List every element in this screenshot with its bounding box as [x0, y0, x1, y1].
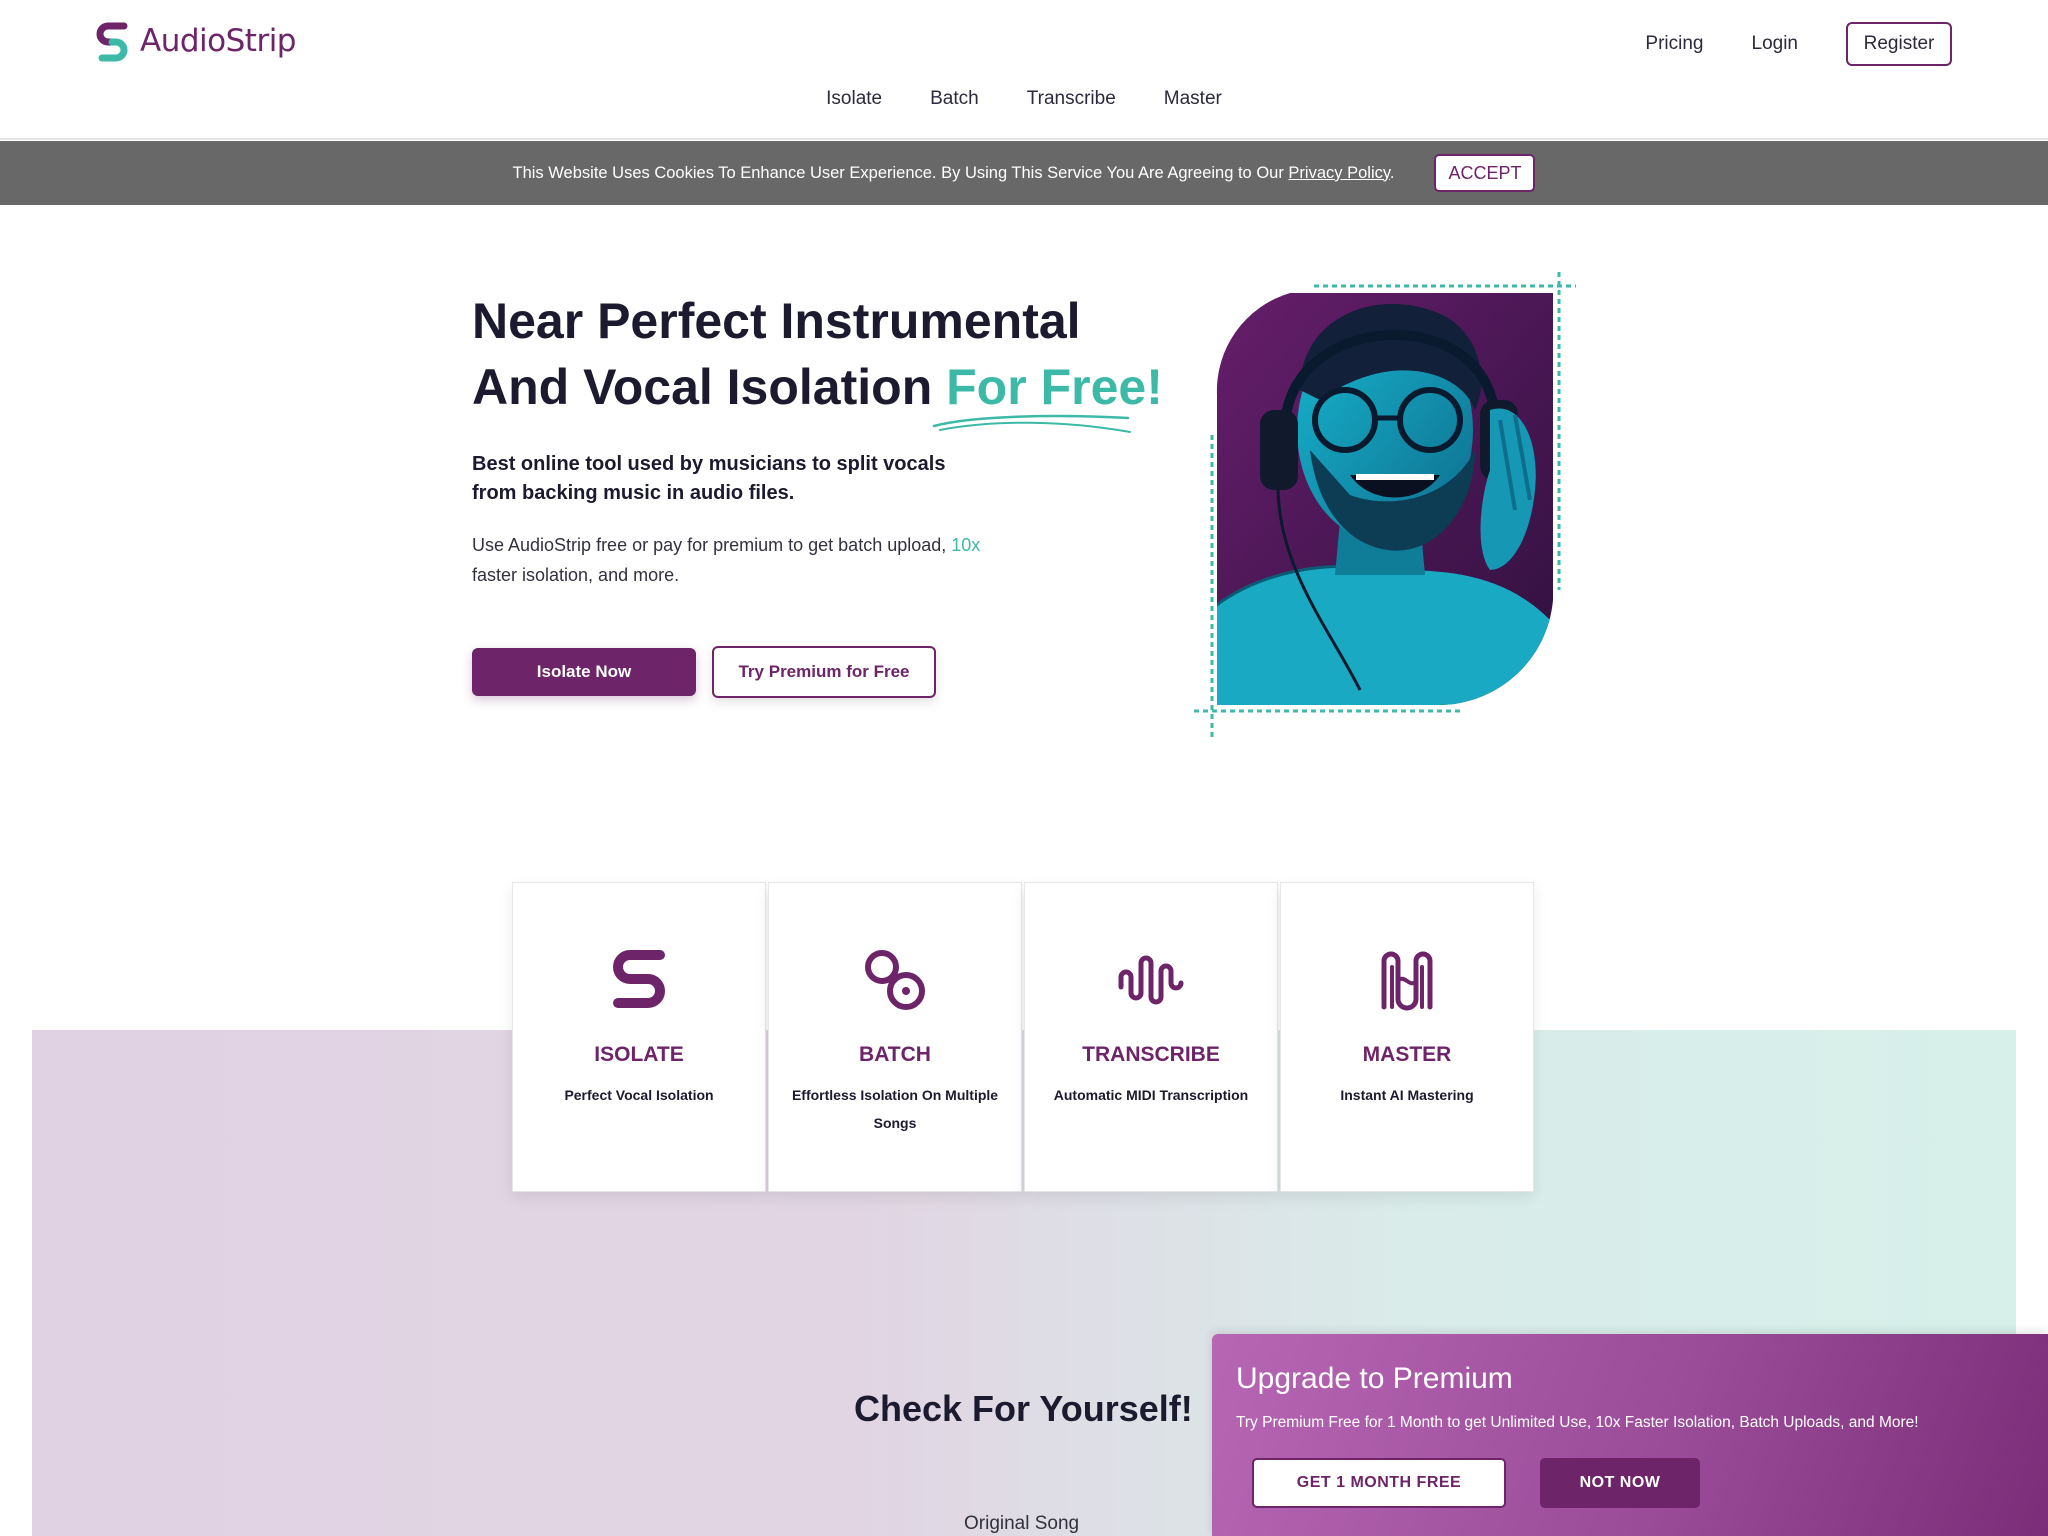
feature-desc: Automatic MIDI Transcription — [1053, 1087, 1249, 1103]
feature-title: MASTER — [1362, 1043, 1452, 1066]
pricing-link[interactable]: Pricing — [1645, 33, 1703, 55]
feature-title: ISOLATE — [594, 1043, 684, 1066]
nav-batch[interactable]: Batch — [930, 88, 979, 110]
cookie-banner: This Website Uses Cookies To Enhance Use… — [0, 141, 2048, 205]
hero-title-accent: For Free! — [946, 359, 1163, 415]
logo-icon — [96, 22, 128, 62]
check-section-title: Check For Yourself! — [854, 1388, 1193, 1429]
waveform-icon — [1117, 945, 1185, 1015]
isolate-s-icon — [608, 945, 670, 1015]
hero-title-line2: And Vocal Isolation — [472, 359, 933, 415]
feature-desc: Effortless Isolation On Multiple Songs — [791, 1087, 999, 1131]
hero-subtitle: Best online tool used by musicians to sp… — [472, 453, 946, 504]
underline-swoosh-icon — [932, 414, 1131, 433]
upgrade-popup: Upgrade to Premium Try Premium Free for … — [1212, 1334, 2048, 1536]
hero-body-text: Use AudioStrip free or pay for premium t… — [472, 535, 947, 555]
get-month-free-button[interactable]: GET 1 MONTH FREE — [1252, 1458, 1506, 1508]
feature-title: BATCH — [859, 1043, 931, 1066]
login-link[interactable]: Login — [1752, 33, 1799, 55]
master-waves-icon — [1378, 945, 1436, 1015]
hero-body-accent: 10x — [951, 535, 981, 555]
accept-cookies-button[interactable]: ACCEPT — [1434, 154, 1536, 192]
feature-card-master[interactable]: MASTER Instant AI Mastering — [1280, 882, 1534, 1192]
feature-desc: Instant AI Mastering — [1340, 1087, 1474, 1103]
nav-isolate[interactable]: Isolate — [826, 88, 882, 110]
original-song-label: Original Song — [964, 1513, 1080, 1534]
try-premium-button[interactable]: Try Premium for Free — [712, 646, 936, 698]
feature-card-isolate[interactable]: ISOLATE Perfect Vocal Isolation — [512, 882, 766, 1192]
cookie-message: This Website Uses Cookies To Enhance Use… — [512, 163, 1284, 182]
upgrade-title: Upgrade to Premium — [1236, 1362, 1513, 1395]
logo[interactable]: AudioStrip — [94, 20, 296, 62]
register-button[interactable]: Register — [1846, 22, 1952, 66]
cookie-text: This Website Uses Cookies To Enhance Use… — [513, 164, 1395, 183]
feature-desc: Perfect Vocal Isolation — [564, 1087, 714, 1103]
feature-cards: ISOLATE Perfect Vocal Isolation BATCH Ef… — [512, 882, 1534, 1192]
man-with-headphones-photo — [1194, 272, 1576, 738]
nav-master[interactable]: Master — [1164, 88, 1222, 110]
logo-text: AudioStrip — [140, 23, 296, 59]
isolate-now-button[interactable]: Isolate Now — [472, 648, 696, 696]
hero-title: Near Perfect Instrumental And Vocal Isol… — [472, 288, 1172, 420]
top-nav: Pricing Login Register — [1645, 22, 1952, 66]
feature-card-transcribe[interactable]: TRANSCRIBE Automatic MIDI Transcription — [1024, 882, 1278, 1192]
nav-transcribe[interactable]: Transcribe — [1027, 88, 1116, 110]
main-nav: Isolate Batch Transcribe Master — [0, 88, 2048, 110]
privacy-policy-link[interactable]: Privacy Policy — [1288, 164, 1389, 182]
hero-title-line1: Near Perfect Instrumental — [472, 293, 1081, 349]
feature-card-batch[interactable]: BATCH Effortless Isolation On Multiple S… — [768, 882, 1022, 1192]
feature-title: TRANSCRIBE — [1082, 1043, 1220, 1066]
upgrade-text: Try Premium Free for 1 Month to get Unli… — [1236, 1414, 1919, 1431]
hero-body-text-end: faster isolation, and more. — [472, 565, 680, 585]
batch-links-icon — [862, 945, 928, 1015]
not-now-button[interactable]: NOT NOW — [1540, 1458, 1700, 1508]
hero-body: Use AudioStrip free or pay for premium t… — [472, 530, 992, 590]
site-header: AudioStrip Pricing Login Register Isolat… — [0, 0, 2048, 140]
cookie-period: . — [1389, 163, 1395, 182]
